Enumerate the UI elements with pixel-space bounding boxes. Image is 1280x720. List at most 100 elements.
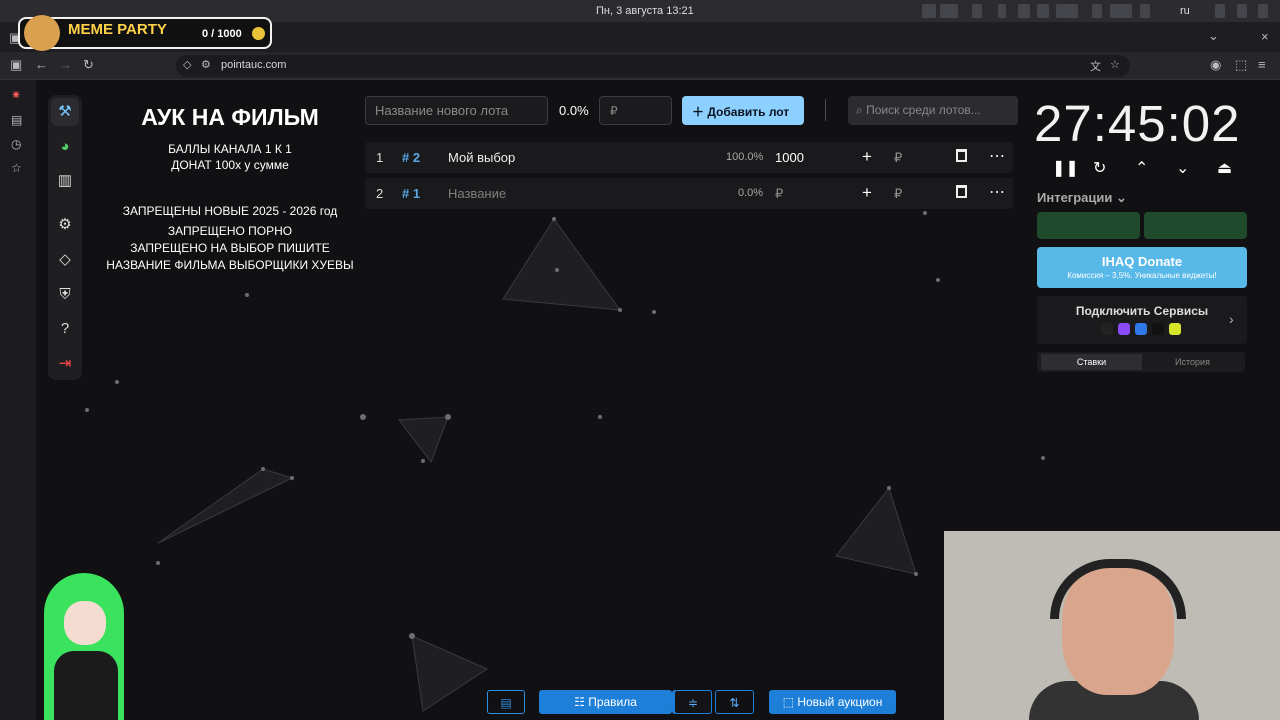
lot-row[interactable]: 1 # 2 Мой выбор 100.0% 1000 + ₽ ⋯ <box>365 142 1013 173</box>
x-icon <box>1152 323 1164 335</box>
keyboard-language[interactable]: ru <box>1180 5 1190 17</box>
more-options-icon[interactable]: ⋯ <box>989 146 1005 166</box>
address-bar: ▣ ← → ↻ ◇ ⚙ pointauc.com 文 ☆ ◉ ⬚ ≡ <box>0 52 1280 80</box>
auction-tools-sidebar: ⚒ ◕ ▥ ⚙ ◇ ⛨ ? ⇥ <box>48 95 82 380</box>
align-center-icon[interactable]: ≑ <box>674 690 712 714</box>
history-icon[interactable]: ◷ <box>11 137 21 151</box>
chevron-right-icon: › <box>1229 311 1234 327</box>
chevron-down-icon[interactable]: ⌄ <box>1176 158 1189 178</box>
layers-icon[interactable]: ◇ <box>51 246 79 274</box>
separator <box>712 690 713 714</box>
auction-gavel-icon[interactable]: ⚒ <box>51 98 79 126</box>
stream-integration-card[interactable] <box>1144 212 1247 239</box>
headphones <box>1050 559 1186 619</box>
lot-row[interactable]: 2 # 1 Название 0.0% ₽ + ₽ ⋯ <box>365 178 1013 209</box>
bookmarks-star-icon[interactable]: ☆ <box>11 161 22 175</box>
site-settings-icon[interactable]: ⚙ <box>201 58 211 71</box>
bookmark-star-icon[interactable]: ☆ <box>1110 58 1120 71</box>
coin-icon <box>252 27 265 40</box>
rule-spacer <box>100 173 360 195</box>
rule-line: ЗАПРЕЩЕНЫ НОВЫЕ 2025 - 2026 год <box>122 204 338 218</box>
more-options-icon[interactable]: ⋯ <box>989 182 1005 202</box>
url-field[interactable]: ◇ ⚙ pointauc.com 文 ☆ <box>176 55 1130 77</box>
ihaq-title: IHAQ Donate <box>1101 254 1183 269</box>
services-icons <box>1101 323 1186 336</box>
connect-services-button[interactable]: Подключить Сервисы › <box>1037 296 1247 344</box>
vtuber-avatar <box>36 573 136 720</box>
trash-icon[interactable] <box>956 185 967 198</box>
tray-icon[interactable] <box>1037 4 1049 18</box>
lot-search-input[interactable]: ⌕ Поиск среди лотов... <box>848 96 1018 125</box>
statistics-bar-icon[interactable]: ▥ <box>51 167 79 195</box>
plus-icon[interactable]: + <box>862 183 872 203</box>
service-icon <box>1101 323 1113 335</box>
bids-history-tabs: Ставки История <box>1037 352 1245 372</box>
power-icon[interactable] <box>1237 4 1247 18</box>
help-icon[interactable]: ? <box>51 315 79 343</box>
new-lot-amount-input[interactable]: ₽ <box>599 96 672 125</box>
tray-icon[interactable] <box>1110 4 1132 18</box>
close-icon[interactable]: × <box>1261 29 1269 44</box>
new-lot-name-input[interactable]: Название нового лота <box>365 96 548 125</box>
sidebar-icon[interactable]: ▣ <box>10 57 22 73</box>
lot-currency: ₽ <box>894 150 903 165</box>
trash-icon[interactable] <box>956 149 967 162</box>
connect-services-label: Подключить Сервисы <box>1075 304 1209 318</box>
url-text[interactable]: pointauc.com <box>221 59 286 71</box>
gear-icon[interactable]: ⚙ <box>51 211 79 239</box>
menu-icon[interactable] <box>1258 4 1268 18</box>
auction-timer: 27:45:02 <box>1034 95 1241 152</box>
tray-icon[interactable] <box>1092 4 1102 18</box>
tab-history[interactable]: История <box>1142 354 1243 370</box>
rule-line: ЗАПРЕЩЕНО НА ВЫБОР ПИШИТЕ <box>130 241 330 255</box>
lot-amount[interactable]: ₽ <box>775 186 783 202</box>
integrations-dropdown[interactable]: Интеграции ⌄ <box>1037 190 1127 206</box>
wheel-chart-icon[interactable]: ◕ <box>51 133 79 161</box>
lot-name[interactable]: Мой выбор <box>448 150 515 165</box>
donation-integration-card[interactable] <box>1037 212 1140 239</box>
tray-icon[interactable] <box>1056 4 1078 18</box>
tray-icon[interactable] <box>972 4 982 18</box>
search-placeholder: Поиск среди лотов... <box>866 103 981 117</box>
back-arrow-icon[interactable]: ← <box>35 57 48 72</box>
sort-icon[interactable]: ⇅ <box>715 690 754 714</box>
shield-icon[interactable]: ◇ <box>183 58 191 71</box>
twitch-icon <box>1118 323 1130 335</box>
rules-button[interactable]: ☷ Правила <box>539 690 672 714</box>
reset-icon[interactable]: ↻ <box>1093 158 1106 178</box>
chevron-up-icon[interactable]: ⌃ <box>1135 158 1148 178</box>
tab-bids[interactable]: Ставки <box>1041 354 1142 370</box>
eject-icon[interactable]: ⏏ <box>1217 158 1232 178</box>
extensions-icon[interactable]: ⬚ <box>1235 57 1247 73</box>
lot-amount[interactable]: 1000 <box>775 150 804 165</box>
lot-name[interactable]: Название <box>448 186 506 201</box>
forward-arrow-icon[interactable]: → <box>59 57 72 72</box>
chevron-down-icon[interactable]: ⌄ <box>1208 28 1219 44</box>
auction-page: ⚒ ◕ ▥ ⚙ ◇ ⛨ ? ⇥ АУК НА ФИЛЬМ БАЛЛЫ КАНАЛ… <box>36 80 1280 720</box>
kick-icon <box>1169 323 1181 335</box>
rule-line: ЗАПРЕЩЕНО ПОРНО <box>167 224 293 238</box>
tray-icon[interactable] <box>1140 4 1150 18</box>
rules-label: Правила <box>588 695 637 709</box>
tray-icon[interactable] <box>922 4 936 18</box>
new-auction-button[interactable]: ⬚ Новый аукцион <box>769 690 896 714</box>
browser-menu-icon[interactable]: ≡ <box>1258 57 1266 72</box>
plus-icon[interactable]: + <box>862 147 872 167</box>
notes-icon[interactable]: ▤ <box>11 113 22 127</box>
vivaldi-icon[interactable]: ✷ <box>11 88 21 102</box>
screen-icon[interactable] <box>1215 4 1225 18</box>
reload-icon[interactable]: ↻ <box>83 57 94 73</box>
system-clock[interactable]: Пн, 3 августа 13:21 <box>596 5 694 17</box>
new-auction-label: Новый аукцион <box>797 695 883 709</box>
save-icon[interactable]: ▤ <box>487 690 525 714</box>
pause-icon[interactable]: ❚❚ <box>1052 158 1079 178</box>
logout-icon[interactable]: ⇥ <box>51 350 79 378</box>
add-lot-button[interactable]: ＋ Добавить лот <box>682 96 804 125</box>
tray-icon[interactable] <box>998 4 1006 18</box>
translate-icon[interactable]: 文 <box>1090 58 1101 74</box>
ihaq-donate-banner[interactable]: IHAQ Donate Комиссия – 3,5%. Уникальные … <box>1037 247 1247 288</box>
shield-icon[interactable]: ⛨ <box>51 281 79 309</box>
tray-icon[interactable] <box>940 4 958 18</box>
tray-icon[interactable] <box>1018 4 1030 18</box>
profile-icon[interactable]: ◉ <box>1210 57 1221 73</box>
